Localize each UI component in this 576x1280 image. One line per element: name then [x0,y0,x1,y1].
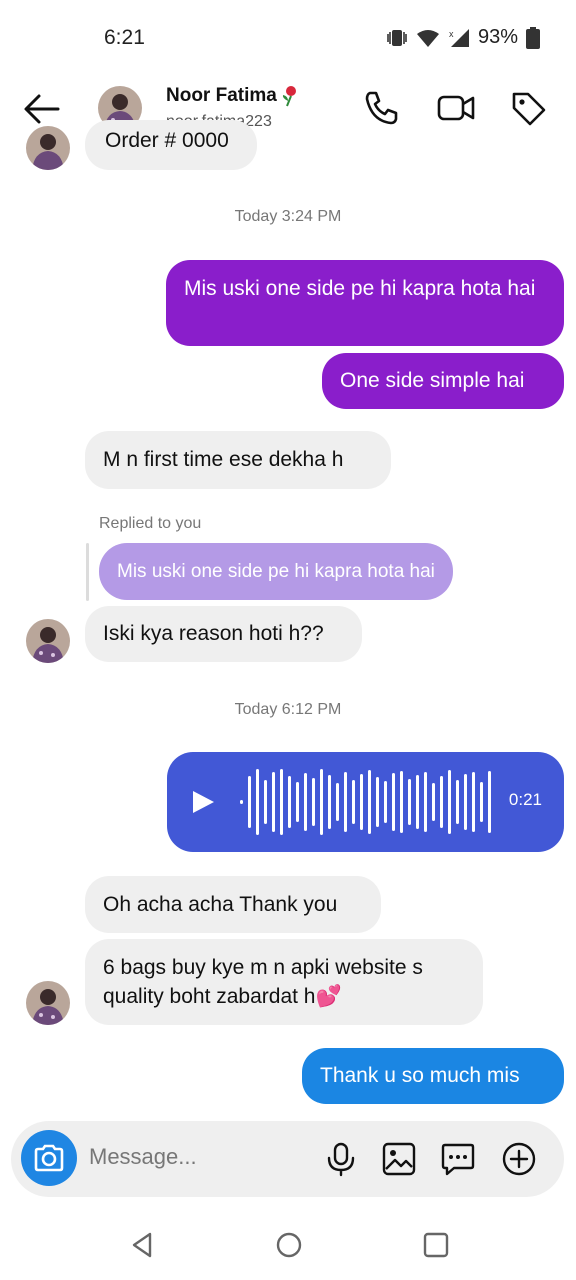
status-bar: 6:21 x 93% [0,0,576,76]
timestamp: Today 3:24 PM [234,208,342,225]
status-time: 6:21 [104,26,145,49]
message-composer: Message... [11,1121,564,1197]
camera-button[interactable] [21,1130,77,1186]
play-icon[interactable] [189,788,217,816]
message-bubble-incoming[interactable]: 6 bags buy kye m n apki website s qualit… [85,939,483,1025]
microphone-icon[interactable] [323,1141,359,1177]
sticker-chat-icon[interactable] [440,1141,476,1177]
sender-avatar[interactable] [26,619,70,663]
message-bubble-incoming[interactable]: M n first time ese dekha h [85,431,391,489]
signal-icon: x [449,28,469,47]
gallery-icon[interactable] [381,1141,417,1177]
voice-duration: 0:21 [508,790,542,809]
voice-message[interactable]: 0:21 [167,752,564,852]
battery-percent: 93% [477,26,518,48]
message-bubble-incoming[interactable]: Oh acha acha Thank you [85,876,381,933]
message-bubble-outgoing[interactable]: One side simple hai [322,353,564,409]
replied-label: Replied to you [99,515,202,532]
message-bubble-outgoing[interactable]: Mis uski one side pe hi kapra hota hai [166,260,564,346]
system-nav-bar [0,1208,576,1280]
nav-back-icon[interactable] [128,1230,158,1260]
sender-avatar[interactable] [26,981,70,1025]
reply-indicator [86,543,89,601]
svg-text:x: x [449,29,454,39]
vibrate-icon [387,29,407,46]
timestamp: Today 6:12 PM [234,701,342,718]
message-bubble-outgoing[interactable]: Thank u so much mis [302,1048,564,1104]
message-input[interactable]: Message... [89,1144,197,1170]
wifi-icon [416,29,439,47]
message-bubble-incoming[interactable]: Iski kya reason hoti h?? [85,606,362,662]
nav-home-icon[interactable] [274,1230,304,1260]
battery-icon [526,26,540,49]
status-icons: x 93% [386,26,540,49]
camera-icon [34,1144,64,1172]
quoted-message[interactable]: Mis uski one side pe hi kapra hota hai [99,543,453,600]
waveform[interactable] [237,766,497,838]
add-icon[interactable] [501,1141,537,1177]
nav-recents-icon[interactable] [421,1230,451,1260]
